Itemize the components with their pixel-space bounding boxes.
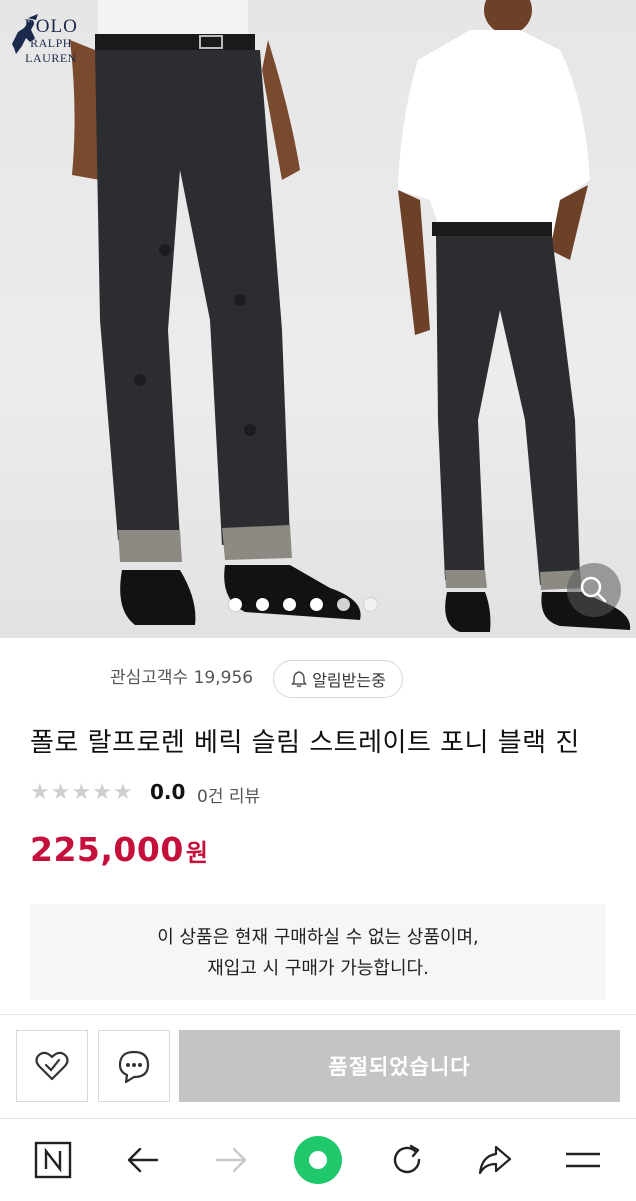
naver-n-icon xyxy=(34,1141,72,1179)
forward-button[interactable] xyxy=(206,1135,256,1185)
review-count-link[interactable]: 0건 리뷰 xyxy=(197,782,260,807)
soldout-notice: 이 상품은 현재 구매하실 수 없는 상품이며, 재입고 시 구매가 가능합니다… xyxy=(30,904,606,1000)
naver-home-button[interactable] xyxy=(28,1135,78,1185)
star-icon: ★ xyxy=(50,780,71,805)
product-title: 폴로 랄프로렌 베릭 슬림 스트레이트 포니 블랙 진 xyxy=(30,728,580,758)
rating-score: 0.0 xyxy=(150,780,186,804)
slide-dot[interactable] xyxy=(310,598,323,611)
watcher-count: 관심고객수 19,956 xyxy=(110,668,254,688)
slide-dot[interactable] xyxy=(364,598,377,611)
refresh-icon xyxy=(393,1144,421,1174)
soldout-button[interactable]: 품절되었습니다 xyxy=(179,1030,620,1102)
rating-stars: ★ ★ ★ ★ ★ xyxy=(30,782,133,804)
brand-logo: POLO RALPH LAUREN xyxy=(4,14,98,66)
divider xyxy=(0,1014,636,1015)
product-price: 225,000원 xyxy=(30,830,208,869)
browser-nav-bar xyxy=(0,1118,636,1201)
alert-label: 알림받는중 xyxy=(312,671,386,690)
star-icon: ★ xyxy=(71,780,92,805)
star-icon: ★ xyxy=(30,780,50,805)
menu-button[interactable] xyxy=(558,1135,608,1185)
back-arrow-icon xyxy=(127,1147,159,1173)
polo-horse-icon xyxy=(12,14,38,54)
menu-icon xyxy=(566,1152,600,1168)
back-button[interactable] xyxy=(118,1135,168,1185)
product-photo xyxy=(70,0,631,632)
refresh-button[interactable] xyxy=(382,1135,432,1185)
forward-arrow-icon xyxy=(215,1147,247,1173)
slide-dot[interactable] xyxy=(283,598,296,611)
slide-dot[interactable] xyxy=(229,598,242,611)
notice-line: 이 상품은 현재 구매하실 수 없는 상품이며, xyxy=(157,927,479,948)
zoom-button[interactable] xyxy=(567,563,621,617)
notice-line: 재입고 시 구매가 가능합니다. xyxy=(207,958,429,979)
star-icon: ★ xyxy=(112,780,133,805)
alert-toggle-button[interactable]: 알림받는중 xyxy=(273,660,403,698)
price-value: 225,000 xyxy=(30,830,184,869)
product-image-carousel[interactable]: POLO RALPH LAUREN xyxy=(0,0,636,638)
bell-icon xyxy=(291,671,308,688)
share-icon xyxy=(478,1145,512,1175)
wishlist-button[interactable] xyxy=(16,1030,88,1102)
chat-bubble-icon xyxy=(118,1050,150,1084)
magnifier-icon xyxy=(580,576,607,603)
heart-check-icon xyxy=(35,1051,69,1081)
star-icon: ★ xyxy=(92,780,112,805)
share-button[interactable] xyxy=(470,1135,520,1185)
green-dot-button[interactable] xyxy=(293,1135,343,1185)
slide-dot[interactable] xyxy=(256,598,269,611)
slide-dot[interactable] xyxy=(337,598,350,611)
chat-button[interactable] xyxy=(98,1030,170,1102)
green-home-icon xyxy=(294,1136,342,1184)
carousel-indicator xyxy=(229,598,377,612)
price-currency: 원 xyxy=(185,839,209,867)
